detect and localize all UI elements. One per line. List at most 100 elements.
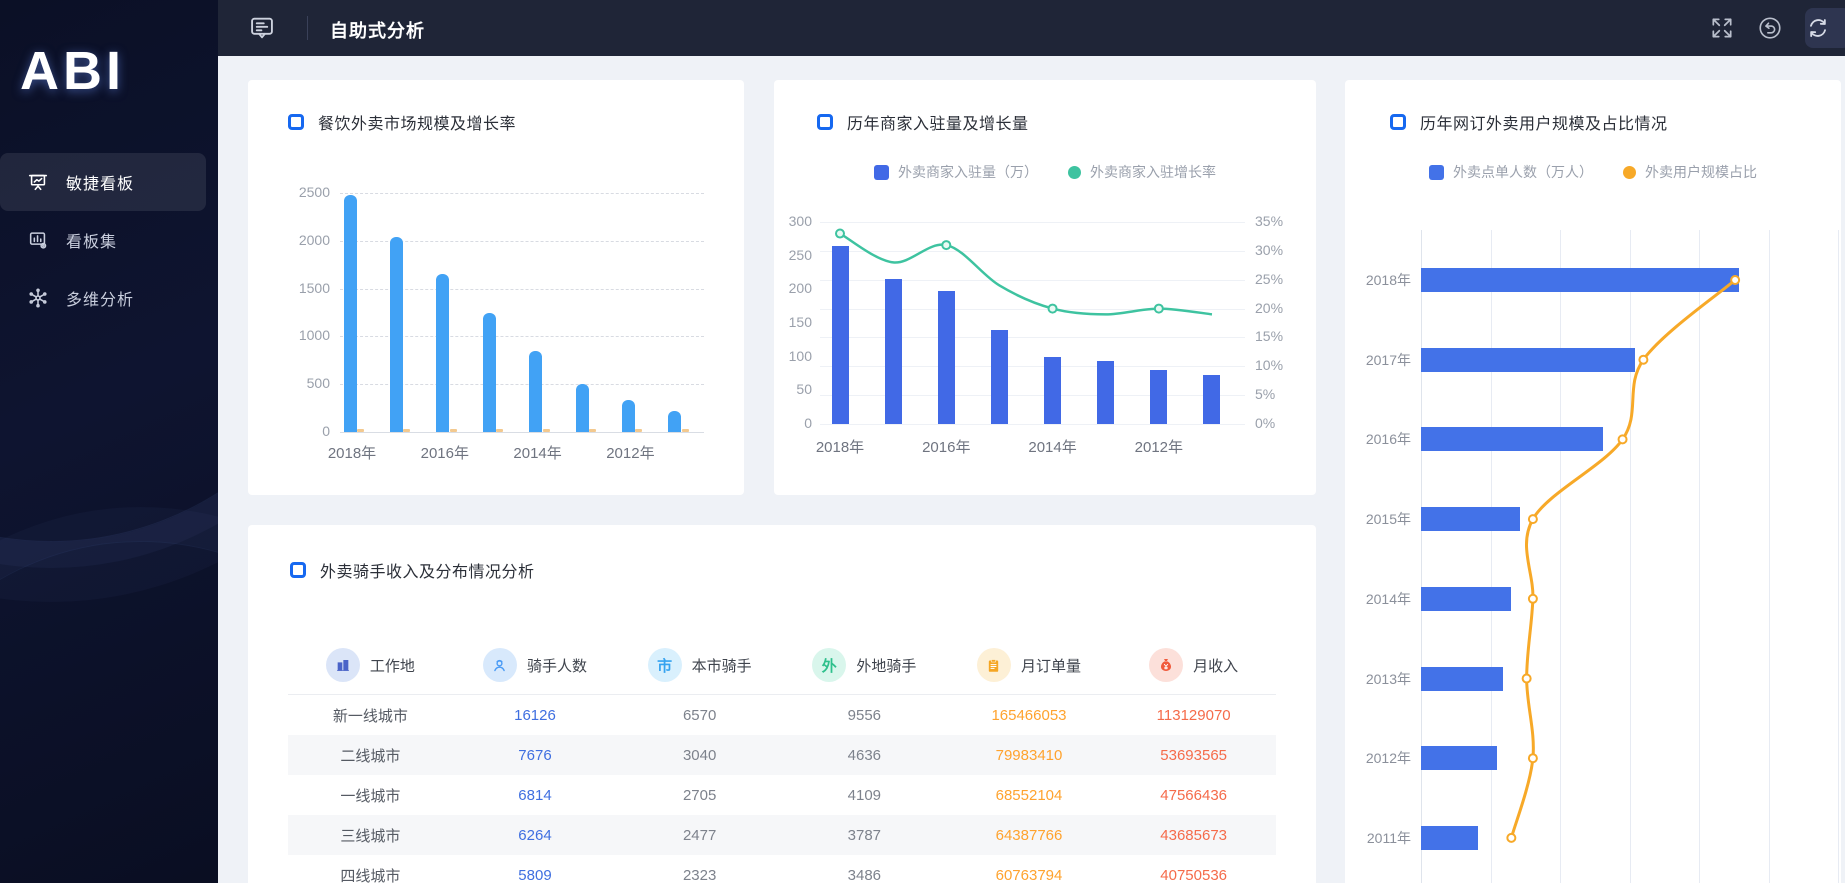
bar-2011年[interactable] [1421, 825, 1479, 850]
bar-2016年[interactable] [436, 274, 450, 432]
bar-2014年[interactable] [1044, 356, 1062, 424]
line-point-2016年[interactable] [1617, 434, 1628, 445]
line-point-2013年[interactable] [1521, 673, 1532, 684]
line-point-2015年[interactable] [1527, 514, 1538, 525]
secondary-series-tick [496, 429, 504, 432]
table-cell: 4636 [847, 746, 882, 764]
category-label: 2018年 [1365, 272, 1411, 288]
card-title: 历年网订外卖用户规模及占比情况 [1420, 116, 1668, 133]
legend-item-merchant-count[interactable]: 外卖商家入驻量（万） [874, 162, 1038, 182]
column-header-nonlocal-riders[interactable]: 外 外地骑手 [782, 648, 947, 682]
table-cell: 一线城市 [340, 787, 401, 805]
left-axis-tick-label: 250 [788, 246, 812, 263]
bar-2015年[interactable] [990, 329, 1008, 424]
table-cell: 60763794 [995, 866, 1063, 883]
bar-2018年[interactable] [831, 245, 849, 424]
line-point-2018年[interactable] [835, 228, 845, 239]
order-clipboard-icon [976, 648, 1011, 682]
x-axis-tick-label: 2012年 [606, 445, 655, 462]
legend-circle-swatch [1623, 165, 1636, 179]
table-row-新一线城市[interactable]: 新一线城市 16126 6570 9556 165466053 113129070 [288, 695, 1276, 735]
bar-2012年[interactable] [1421, 746, 1498, 771]
card-title: 外卖骑手收入及分布情况分析 [320, 564, 535, 581]
column-label: 本市骑手 [691, 657, 752, 675]
card-checkbox-icon[interactable] [290, 562, 306, 578]
sidebar-item-label: 看板集 [66, 234, 118, 251]
bar-2011年[interactable] [1203, 374, 1221, 424]
undo-icon[interactable] [1757, 15, 1783, 41]
kanban-board-icon[interactable] [248, 14, 276, 42]
legend-item-user-ratio[interactable]: 外卖用户规模占比 [1623, 162, 1757, 182]
bar-2016年[interactable] [937, 291, 955, 424]
line-point-2012年[interactable] [1527, 753, 1538, 764]
sidebar: ABI 敏捷看板 看板集 多维分析 [0, 0, 218, 883]
bar-2012年[interactable] [1150, 370, 1168, 424]
table-cell: 16126 [514, 706, 556, 724]
legend-label: 外卖点单人数（万人） [1453, 164, 1593, 180]
bar-2018年[interactable] [1421, 268, 1739, 292]
table-cell: 9556 [847, 706, 882, 724]
legend-item-user-count[interactable]: 外卖点单人数（万人） [1429, 162, 1593, 182]
bar-2015年[interactable] [1421, 507, 1521, 532]
table-cell: 3040 [682, 746, 717, 764]
x-axis-tick-label: 2018年 [815, 439, 865, 456]
left-axis-tick-label: 200 [788, 280, 812, 297]
secondary-series-tick [542, 429, 550, 432]
y-axis-tick-label: 500 [306, 375, 330, 392]
fullscreen-icon[interactable] [1709, 15, 1735, 41]
card-checkbox-icon[interactable] [1390, 114, 1406, 130]
x-axis-tick-label: 2016年 [420, 445, 469, 462]
table-cell: 2477 [682, 826, 717, 844]
table-row-四线城市[interactable]: 四线城市 5809 2323 3486 60763794 40750536 [288, 855, 1276, 883]
bar-2016年[interactable] [1421, 427, 1604, 452]
secondary-series-tick [449, 429, 457, 432]
right-axis-tick-label: 20% [1255, 299, 1284, 316]
line-point-2016年[interactable] [941, 240, 952, 251]
bar-2013年[interactable] [575, 384, 589, 432]
sidebar-item-multidimensional-analysis[interactable]: 多维分析 [0, 269, 218, 327]
table-row-三线城市[interactable]: 三线城市 6264 2477 3787 64387766 43685673 [288, 815, 1276, 855]
bar-2018年[interactable] [343, 194, 357, 432]
table-cell: 47566436 [1160, 786, 1228, 804]
bar-2017年[interactable] [389, 236, 403, 432]
sidebar-item-agile-dashboard[interactable]: 敏捷看板 [0, 153, 206, 211]
bar-2013年[interactable] [1097, 361, 1115, 424]
bar-2017年[interactable] [884, 279, 902, 424]
right-axis-tick-label: 15% [1255, 328, 1284, 345]
sidebar-item-dashboard-collection[interactable]: 看板集 [0, 211, 218, 269]
table-cell: 4109 [847, 786, 882, 804]
column-label: 月收入 [1193, 657, 1239, 675]
bar-2011年[interactable] [668, 410, 682, 432]
table-row-二线城市[interactable]: 二线城市 7676 3040 4636 79983410 53693565 [288, 735, 1276, 775]
bar-2014年[interactable] [529, 350, 543, 432]
users-legend: 外卖点单人数（万人） 外卖用户规模占比 [1345, 162, 1841, 182]
table-cell: 64387766 [995, 826, 1063, 844]
column-header-monthly-orders[interactable]: 月订单量 [947, 648, 1112, 682]
y-axis-tick-label: 2000 [298, 231, 330, 248]
line-point-2011年[interactable] [1506, 832, 1517, 843]
card-title: 历年商家入驻量及增长量 [847, 116, 1029, 133]
card-checkbox-icon[interactable] [288, 114, 304, 130]
line-point-2014年[interactable] [1527, 593, 1538, 604]
bar-2012年[interactable] [621, 400, 635, 432]
bar-2014年[interactable] [1421, 586, 1511, 611]
column-header-workplace[interactable]: 工作地 [288, 648, 453, 682]
line-point-2017年[interactable] [1638, 354, 1649, 365]
column-header-rider-count[interactable]: 骑手人数 [453, 648, 618, 682]
building-icon [325, 648, 360, 682]
refresh-icon[interactable] [1805, 15, 1831, 41]
column-header-local-riders[interactable]: 市 本市骑手 [617, 648, 782, 682]
table-cell: 3787 [847, 826, 882, 844]
gridline [820, 424, 1245, 425]
y-axis-tick-label: 1000 [298, 327, 330, 344]
table-row-一线城市[interactable]: 一线城市 6814 2705 4109 68552104 47566436 [288, 775, 1276, 815]
category-label: 2013年 [1365, 670, 1411, 687]
bar-2013年[interactable] [1421, 666, 1504, 691]
column-header-monthly-income[interactable]: 月收入 [1111, 648, 1276, 682]
card-checkbox-icon[interactable] [817, 114, 833, 130]
bar-2017年[interactable] [1421, 347, 1635, 372]
legend-item-merchant-growth[interactable]: 外卖商家入驻增长率 [1068, 162, 1216, 182]
page-title: 自助式分析 [330, 21, 425, 41]
bar-2015年[interactable] [482, 313, 496, 432]
rider-person-icon [482, 648, 517, 682]
